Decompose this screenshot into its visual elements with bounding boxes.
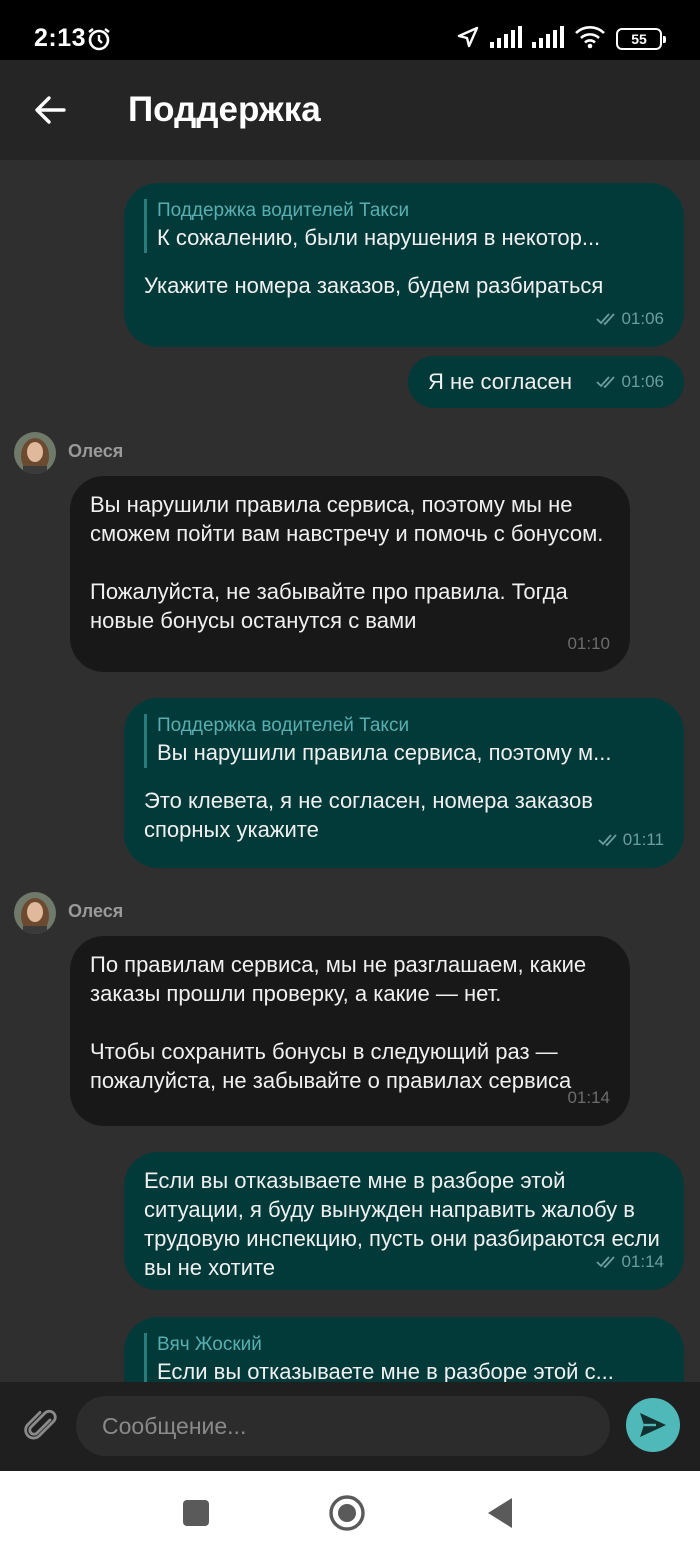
double-check-icon <box>596 375 616 388</box>
send-button[interactable] <box>626 1398 680 1452</box>
chat-list[interactable]: Поддержка водителей Такси К сожалению, б… <box>0 160 700 1382</box>
message-meta: 01:14 <box>596 1247 664 1276</box>
paperclip-icon <box>24 1409 57 1440</box>
back-nav-button[interactable] <box>478 1491 522 1535</box>
message-meta: 01:06 <box>596 304 664 333</box>
wifi-icon <box>574 25 606 54</box>
message-outgoing[interactable]: Поддержка водителей Такси К сожалению, б… <box>124 183 684 347</box>
message-outgoing[interactable]: Поддержка водителей Такси Вы нарушили пр… <box>124 698 684 868</box>
message-text: Вы нарушили правила сервиса, поэтому мы … <box>90 492 604 633</box>
message-time: 01:10 <box>567 634 610 653</box>
back-button[interactable] <box>26 86 74 134</box>
message-time: 01:14 <box>621 1252 664 1271</box>
double-check-icon <box>596 1255 616 1268</box>
avatar[interactable] <box>14 892 56 934</box>
message-meta: 01:10 <box>567 629 610 658</box>
message-time: 01:06 <box>621 372 664 391</box>
double-check-icon <box>596 312 616 325</box>
send-icon <box>640 1413 666 1437</box>
app-header: Поддержка <box>0 60 700 160</box>
quote-author: Поддержка водителей Такси <box>157 715 410 736</box>
attach-button[interactable] <box>22 1406 62 1446</box>
sender-name: Олеся <box>68 441 124 461</box>
reply-quote[interactable]: Поддержка водителей Такси Вы нарушили пр… <box>144 714 664 768</box>
message-time: 01:11 <box>622 830 664 849</box>
home-circle-icon <box>329 1495 365 1531</box>
sender-name: Олеся <box>68 901 124 921</box>
message-text: По правилам сервиса, мы не разглашаем, к… <box>90 952 587 1093</box>
signal-icon <box>532 25 564 53</box>
reply-quote[interactable]: Вяч Жоский Если вы отказываете мне в раз… <box>144 1333 664 1382</box>
avatar[interactable] <box>14 432 56 474</box>
quote-author: Вяч Жоский <box>157 1334 262 1355</box>
message-outgoing[interactable]: Вяч Жоский Если вы отказываете мне в раз… <box>124 1317 684 1382</box>
status-icons: 55 <box>456 24 666 54</box>
message-outgoing[interactable]: Если вы отказываете мне в разборе этой с… <box>124 1152 684 1290</box>
double-check-icon <box>598 833 617 846</box>
message-meta: 01:06 <box>596 367 664 396</box>
message-incoming[interactable]: По правилам сервиса, мы не разглашаем, к… <box>70 936 630 1126</box>
reply-quote[interactable]: Поддержка водителей Такси К сожалению, б… <box>144 199 664 253</box>
quote-text: К сожалению, были нарушения в некотор... <box>157 225 601 250</box>
arrow-left-icon <box>35 96 66 124</box>
page-title: Поддержка <box>128 90 321 129</box>
status-bar: 2:13 55 <box>0 0 700 60</box>
status-time: 2:13 <box>34 24 87 52</box>
quote-text: Если вы отказываете мне в разборе этой с… <box>157 1359 614 1382</box>
message-text: Укажите номера заказов, будем разбиратьс… <box>144 273 604 298</box>
location-icon <box>456 25 480 54</box>
back-triangle-icon <box>488 1498 512 1528</box>
message-outgoing[interactable]: Я не согласен 01:06 <box>408 356 684 408</box>
message-composer <box>0 1382 700 1471</box>
message-text: Если вы отказываете мне в разборе этой с… <box>144 1168 660 1280</box>
message-time: 01:06 <box>621 309 664 328</box>
message-meta: 01:14 <box>567 1083 610 1112</box>
system-nav-bar <box>0 1471 700 1556</box>
message-incoming[interactable]: Вы нарушили правила сервиса, поэтому мы … <box>70 476 630 672</box>
battery-icon: 55 <box>616 28 666 50</box>
recents-square-icon <box>183 1500 209 1526</box>
message-text: Это клевета, я не согласен, номера заказ… <box>144 788 593 842</box>
battery-level: 55 <box>631 31 647 47</box>
message-input[interactable] <box>76 1396 610 1456</box>
signal-icon <box>490 25 522 53</box>
home-button[interactable] <box>325 1491 369 1535</box>
alarm-icon <box>86 26 112 57</box>
message-time: 01:14 <box>567 1088 610 1107</box>
message-meta: 01:11 <box>598 825 664 854</box>
quote-author: Поддержка водителей Такси <box>157 200 410 221</box>
quote-text: Вы нарушили правила сервиса, поэтому м..… <box>157 740 612 765</box>
recents-button[interactable] <box>174 1491 218 1535</box>
